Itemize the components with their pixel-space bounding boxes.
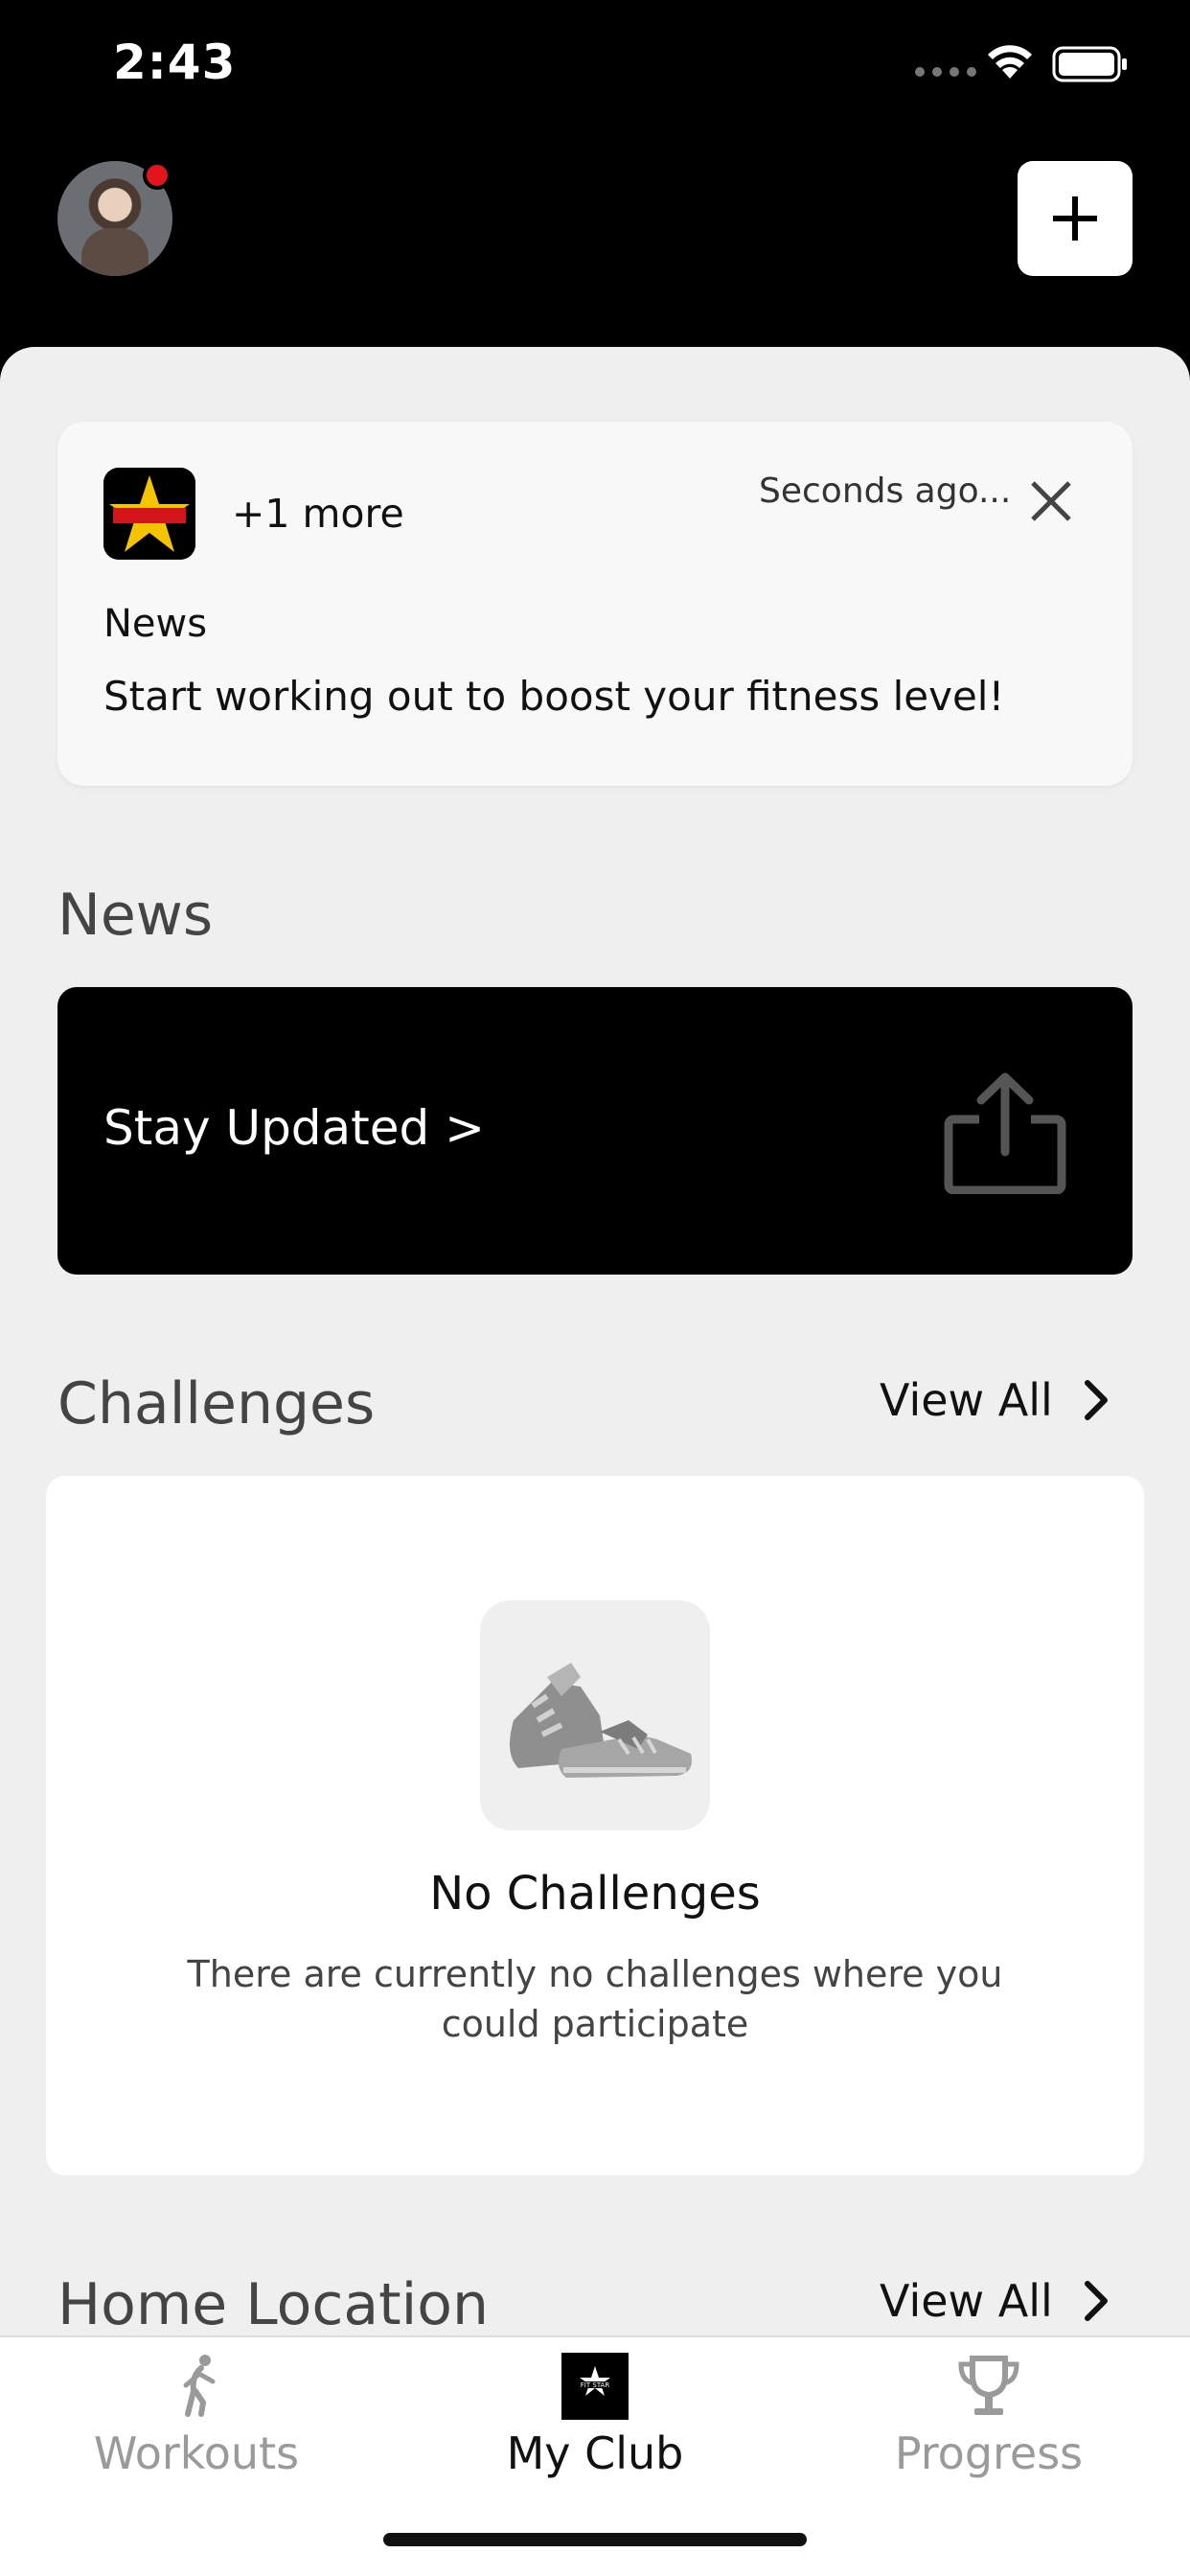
home-location-heading: Home Location: [57, 2271, 490, 2338]
battery-icon: [1052, 46, 1127, 82]
notification-badge: [143, 161, 172, 190]
empty-state-title: No Challenges: [429, 1867, 761, 1920]
notification-body: Start working out to boost your fitness …: [103, 673, 1005, 720]
plus-icon: [1053, 196, 1097, 241]
news-heading: News: [57, 882, 214, 949]
close-icon[interactable]: [1027, 477, 1075, 525]
challenges-view-all[interactable]: View All: [880, 1374, 1110, 1426]
wifi-icon: [988, 45, 1032, 79]
tab-label: Workouts: [93, 2427, 300, 2479]
cellular-signal-icon: [915, 67, 976, 77]
status-time: 2:43: [113, 34, 237, 90]
chevron-right-icon: [1084, 2281, 1108, 2321]
notification-title: News: [103, 602, 208, 646]
news-banner-label: Stay Updated >: [103, 1100, 486, 1156]
add-button[interactable]: [1018, 161, 1133, 276]
club-logo-icon: FIT STAR: [561, 2353, 629, 2420]
tab-label: Progress: [894, 2427, 1084, 2479]
notification-time: Seconds ago...: [759, 472, 1012, 511]
figure-icon: [183, 2355, 216, 2417]
challenges-empty-card: No Challenges There are currently no cha…: [46, 1476, 1144, 2175]
chevron-right-icon: [1084, 1380, 1108, 1420]
empty-state-description: There are currently no challenges where …: [187, 1953, 1003, 2045]
tab-workouts[interactable]: Workouts: [53, 2337, 340, 2529]
notification-card[interactable]: +1 more Seconds ago... News Start workin…: [57, 422, 1133, 786]
tab-label: My Club: [506, 2427, 684, 2479]
tab-my-club[interactable]: FIT STAR My Club: [451, 2337, 739, 2529]
news-banner[interactable]: Stay Updated >: [57, 987, 1133, 1275]
notification-more-count: +1 more: [232, 491, 404, 537]
app-screen: 2:43 +1 more Seconds ago... News Start w…: [0, 0, 1190, 2576]
content-sheet: +1 more Seconds ago... News Start workin…: [0, 347, 1190, 2576]
home-location-view-all[interactable]: View All: [880, 2275, 1110, 2327]
svg-text:FIT STAR: FIT STAR: [581, 2381, 610, 2389]
home-indicator[interactable]: [383, 2533, 807, 2546]
view-all-label: View All: [880, 2275, 1053, 2327]
challenges-heading: Challenges: [57, 1370, 376, 1438]
sneakers-illustration: [480, 1600, 710, 1830]
trophy-icon: [958, 2356, 1019, 2415]
share-icon: [944, 1072, 1066, 1194]
fit-star-logo: [103, 468, 195, 560]
tab-progress[interactable]: Progress: [845, 2337, 1133, 2529]
view-all-label: View All: [880, 1374, 1053, 1426]
status-bar: 2:43: [0, 0, 1190, 134]
